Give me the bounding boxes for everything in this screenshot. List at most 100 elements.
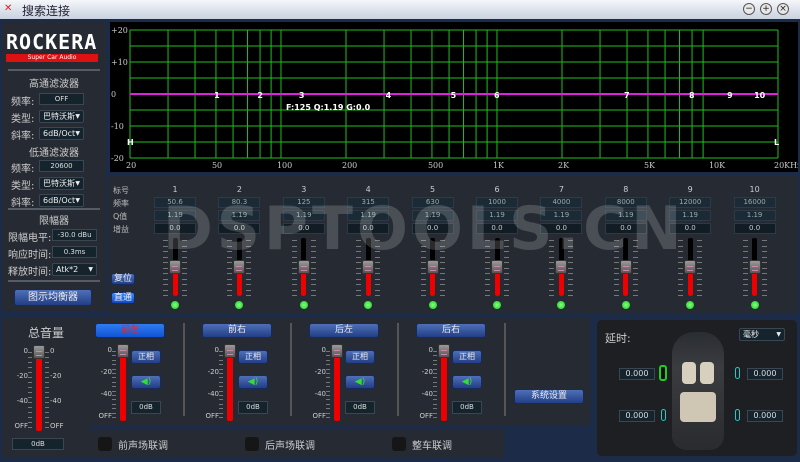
- reset-button[interactable]: 复位: [111, 273, 135, 285]
- band-enable-led[interactable]: [621, 301, 630, 309]
- band-enable-led[interactable]: [493, 301, 501, 309]
- scale-tick: [45, 357, 49, 358]
- band-enable-led[interactable]: [364, 301, 373, 309]
- band-enable-led[interactable]: [171, 301, 179, 309]
- hp-slope-select[interactable]: 6dB/Oct: [39, 127, 84, 140]
- volume-slider-thumb[interactable]: [33, 345, 45, 359]
- volume-fill: [334, 351, 340, 421]
- volume-slider-thumb[interactable]: [117, 344, 129, 358]
- maximize-icon[interactable]: +: [760, 3, 772, 15]
- band-freq-input[interactable]: 16000: [733, 197, 776, 208]
- scale-tick: [45, 407, 49, 408]
- mute-button[interactable]: ◀): [345, 375, 375, 389]
- scale-tick: [219, 395, 223, 396]
- link-checkbox[interactable]: [245, 437, 259, 451]
- delay-front-left[interactable]: 0.000: [619, 368, 655, 380]
- eq-graph[interactable]: +20 +10 0 -10 -2020 50 100 200 500 1K 2K 5K 10K 20KHz…: [110, 22, 800, 172]
- band-number: 3: [301, 185, 307, 194]
- speaker-front-left-icon[interactable]: [659, 365, 667, 381]
- channel-select-button[interactable]: 后左: [309, 323, 379, 338]
- scale-tick: [219, 390, 223, 392]
- volume-fill: [36, 352, 42, 431]
- scale-tick: [246, 289, 252, 291]
- scale-tick: [761, 267, 767, 269]
- scale-tick: [568, 278, 574, 280]
- logo-brand: ROCKERA: [6, 30, 98, 54]
- volume-slider-thumb[interactable]: [438, 344, 450, 358]
- volume-slider-thumb[interactable]: [331, 344, 343, 358]
- scale-tick: [761, 245, 767, 247]
- scale-tick: [549, 284, 555, 285]
- phase-button[interactable]: 正相: [131, 350, 161, 364]
- limiter-level-input[interactable]: -30.0 dBu: [52, 229, 97, 241]
- lp-freq-input[interactable]: 20600: [39, 160, 84, 172]
- scale-tick: [549, 267, 555, 269]
- band-gain-slider-thumb[interactable]: [684, 260, 697, 274]
- scale-tick: [485, 267, 490, 269]
- channel-select-button[interactable]: 前右: [202, 323, 272, 338]
- system-settings-button[interactable]: 系统设置: [514, 389, 584, 404]
- scale-tick: [45, 412, 49, 413]
- x-tick-label: 500: [428, 161, 443, 170]
- delay-rear-left[interactable]: 0.000: [619, 410, 655, 422]
- scale-tick: [568, 284, 574, 285]
- mute-button[interactable]: ◀): [238, 375, 268, 389]
- scale-tick: [420, 267, 426, 269]
- delay-front-right[interactable]: 0.000: [747, 368, 783, 380]
- band-marker: 10: [754, 91, 766, 100]
- scale-tick: [761, 295, 767, 296]
- band-gain-slider-thumb[interactable]: [748, 260, 761, 274]
- link-checkbox[interactable]: [98, 437, 112, 451]
- scale-tick: [45, 427, 49, 428]
- scale-tick: [761, 278, 767, 280]
- delay-rear-right[interactable]: 0.000: [747, 410, 783, 422]
- limiter-response-input[interactable]: 0.3ms: [52, 246, 97, 258]
- scale-tick: [45, 417, 49, 418]
- lp-type-select[interactable]: 巴特沃斯: [39, 177, 84, 190]
- hp-slope-label: 斜率:: [11, 131, 35, 142]
- bypass-button[interactable]: 直通: [111, 292, 135, 304]
- hp-type-select[interactable]: 巴特沃斯: [39, 110, 84, 123]
- band-enable-led[interactable]: [235, 301, 244, 309]
- close-icon[interactable]: ×: [777, 3, 789, 15]
- band-enable-led[interactable]: [750, 301, 759, 309]
- divider: [504, 323, 506, 416]
- band-enable-led[interactable]: [299, 301, 308, 309]
- scale-tick: [375, 284, 381, 285]
- hp-freq-input[interactable]: OFF: [39, 93, 84, 105]
- phase-button[interactable]: 正相: [238, 350, 268, 364]
- phase-button[interactable]: 正相: [345, 350, 375, 364]
- delay-unit-select[interactable]: 毫秒: [739, 328, 785, 341]
- band-enable-led[interactable]: [557, 301, 566, 309]
- band-enable-led[interactable]: [428, 301, 437, 309]
- band-gain-input[interactable]: 0.0: [733, 223, 776, 234]
- link-panel: 前声场联调 后声场联调 整车联调: [74, 429, 504, 458]
- scale-tick: [112, 386, 116, 388]
- speaker-rear-right-icon[interactable]: [735, 409, 740, 421]
- fader-scale-label: 0: [50, 347, 55, 355]
- channel-select-button[interactable]: 前左: [95, 323, 165, 338]
- scale-tick: [742, 245, 748, 247]
- graphic-eq-button[interactable]: 图示均衡器: [14, 289, 92, 306]
- limiter-release-select[interactable]: Atk*2: [52, 263, 97, 276]
- band-q-input[interactable]: 1.19: [733, 210, 776, 221]
- scale-tick: [549, 278, 555, 280]
- speaker-rear-left-icon[interactable]: [661, 409, 666, 421]
- link-checkbox[interactable]: [392, 437, 406, 451]
- scale-tick: [291, 289, 297, 291]
- scale-tick: [291, 284, 297, 285]
- scale-tick: [219, 408, 223, 410]
- phase-button[interactable]: 正相: [452, 350, 482, 364]
- speaker-icon: ◀): [354, 377, 366, 387]
- lp-slope-select[interactable]: 6dB/Oct: [39, 194, 84, 207]
- channel-select-button[interactable]: 后右: [416, 323, 486, 338]
- minimize-icon[interactable]: −: [743, 3, 755, 15]
- mute-button[interactable]: ◀): [452, 375, 482, 389]
- speaker-front-right-icon[interactable]: [735, 367, 740, 379]
- x-tick-label: 2K: [558, 161, 570, 170]
- mute-button[interactable]: ◀): [131, 375, 161, 389]
- band-enable-led[interactable]: [686, 301, 695, 309]
- scale-tick: [326, 351, 330, 352]
- logo-tagline: Super Car Audio: [6, 54, 98, 62]
- volume-slider-thumb[interactable]: [224, 344, 236, 358]
